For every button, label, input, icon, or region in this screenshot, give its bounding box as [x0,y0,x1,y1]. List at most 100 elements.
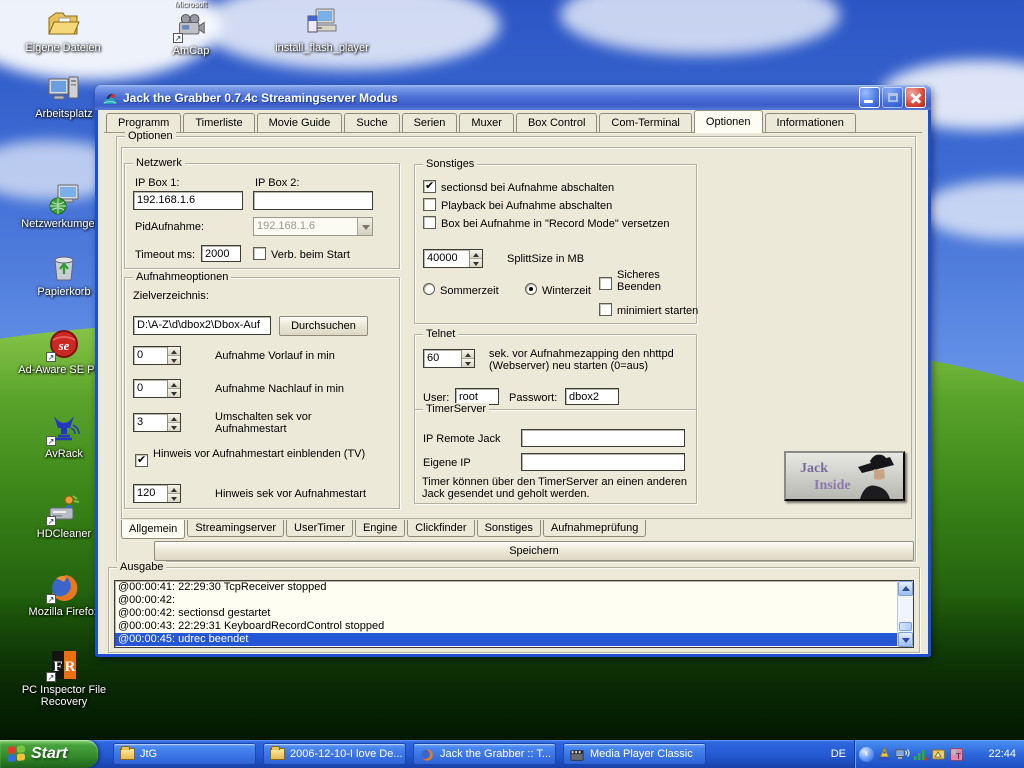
verb-beim-start-checkbox[interactable] [253,247,266,260]
pidaufnahme-combo[interactable]: 192.168.1.6 [253,217,373,236]
output-log-list[interactable]: @00:00:41: 22:29:30 TcpReceiver stopped … [114,580,914,648]
tab-box-control[interactable]: Box Control [516,113,597,133]
nachlauf-spinner[interactable]: 0 [133,379,181,398]
tab-muxer[interactable]: Muxer [459,113,514,133]
hinweis-sek-spinner[interactable]: 120 [133,484,181,503]
desktop-icon-amcap[interactable]: Microsoft ↗ AmCap [156,1,226,57]
log-line[interactable]: @00:00:42: sectionsd gestartet [115,607,913,620]
maximize-button[interactable] [882,87,903,108]
dropdown-arrow-icon[interactable] [357,218,372,235]
language-indicator[interactable]: DE [831,740,846,768]
tray-signal-bars-icon[interactable] [913,747,928,762]
passwort-input[interactable]: dbox2 [565,388,619,405]
tab-com-terminal[interactable]: Com-Terminal [599,113,691,133]
sommerzeit-label: Sommerzeit [440,285,499,297]
tray-letter-t-icon[interactable]: T [949,747,964,762]
timerserver-note: Timer können über den TimerServer an ein… [422,476,692,500]
taskbar-item-media-player-classic[interactable]: Media Player Classic [563,743,706,765]
desktop-icon-eigene-dateien[interactable]: Eigene Dateien [22,6,104,54]
winterzeit-radio[interactable] [525,283,537,295]
taskbar-clock[interactable]: 22:44 [988,748,1016,760]
ip-box2-input[interactable] [253,191,373,210]
desktop-icon-avrack[interactable]: ↗ AvRack [23,412,105,460]
tray-wizard-hat-icon[interactable] [877,747,892,762]
minimize-icon [864,100,873,103]
spin-down-icon[interactable] [168,356,180,364]
tab-optionen[interactable]: Optionen [694,110,763,133]
splittsize-spinner[interactable]: 40000 [423,249,483,268]
zielverzeichnis-input[interactable]: D:\A-Z\d\dbox2\Dbox-Auf [133,316,271,335]
hinweis-einblenden-checkbox[interactable] [135,454,148,467]
eigene-ip-input[interactable] [521,453,685,471]
spin-up-icon[interactable] [168,414,180,423]
spin-down-icon[interactable] [168,389,180,397]
desktop-icon-pc-inspector[interactable]: FR ↗ PC Inspector File Recovery [13,648,115,708]
svg-text:T: T [956,752,961,761]
log-line[interactable]: @00:00:41: 22:29:30 TcpReceiver stopped [115,581,913,594]
spin-up-icon[interactable] [462,350,474,359]
aufnahmeoptionen-groupbox: Aufnahmeoptionen Zielverzeichnis: D:\A-Z… [124,277,400,509]
tray-monitor-signal-icon[interactable] [895,747,910,762]
speichern-button[interactable]: Speichern [154,541,914,561]
spin-up-icon[interactable] [168,485,180,494]
ip-box1-input[interactable]: 192.168.1.6 [133,191,243,210]
vorlauf-spinner[interactable]: 0 [133,346,181,365]
subtab-clickfinder[interactable]: Clickfinder [407,520,474,537]
taskbar-item-2006-12-10[interactable]: 2006-12-10-I love De... [263,743,406,765]
log-line[interactable]: @00:00:43: 22:29:31 KeyboardRecordContro… [115,620,913,633]
subtab-aufnahmepruefung[interactable]: Aufnahmeprüfung [543,520,646,537]
tray-sound-card-icon[interactable] [931,747,946,762]
log-scrollbar[interactable] [897,581,913,647]
tray-chevron-left-icon[interactable]: ‹ [859,747,874,762]
record-mode-checkbox[interactable] [423,216,436,229]
telnet-spinner[interactable]: 60 [423,349,475,368]
minimiert-starten-checkbox[interactable] [599,303,612,316]
spin-up-icon[interactable] [168,347,180,356]
tab-movie-guide[interactable]: Movie Guide [257,113,343,133]
spin-down-icon[interactable] [168,423,180,431]
sicheres-beenden-checkbox[interactable] [599,277,612,290]
sommerzeit-radio[interactable] [423,283,435,295]
sectionsd-checkbox[interactable] [423,180,436,193]
desktop-icon-arbeitsplatz[interactable]: Arbeitsplatz [23,72,105,120]
scroll-up-icon[interactable] [898,581,913,596]
netzwerk-label: Netzwerk [133,157,185,169]
subtab-sonstiges[interactable]: Sonstiges [477,520,541,537]
subtab-engine[interactable]: Engine [355,520,405,537]
spin-up-icon[interactable] [168,380,180,389]
avrack-icon: ↗ [46,412,82,446]
scroll-down-icon[interactable] [898,632,913,647]
desktop-icon-install-flash-player[interactable]: install_flash_player [268,6,376,54]
svg-text:Jack: Jack [800,461,828,476]
scrollbar-thumb[interactable] [899,622,912,631]
taskbar-item-jtg[interactable]: JtG [113,743,256,765]
tab-informationen[interactable]: Informationen [765,113,856,133]
task-label: Media Player Classic [590,748,693,760]
ip-remote-jack-input[interactable] [521,429,685,447]
titlebar[interactable]: Jack the Grabber 0.7.4c Streamingserver … [95,85,931,110]
timeout-input[interactable]: 2000 [201,245,241,262]
minimize-button[interactable] [859,87,880,108]
umschalten-spinner[interactable]: 3 [133,413,181,432]
start-button[interactable]: Start [0,740,98,768]
spin-up-icon[interactable] [470,250,482,259]
close-button[interactable] [905,87,926,108]
tab-suche[interactable]: Suche [344,113,399,133]
playback-checkbox[interactable] [423,198,436,211]
eigene-ip-label: Eigene IP [423,457,471,469]
tab-serien[interactable]: Serien [402,113,458,133]
log-line[interactable]: @00:00:42: [115,594,913,607]
subtab-allgemein[interactable]: Allgemein [121,520,185,539]
vorlauf-label: Aufnahme Vorlauf in min [215,350,335,362]
desktop-icon-papierkorb[interactable]: Papierkorb [23,250,105,298]
spin-down-icon[interactable] [168,494,180,502]
taskbar-item-jack-the-grabber[interactable]: Jack the Grabber :: T... [413,743,556,765]
subtab-usertimer[interactable]: UserTimer [286,520,353,537]
spin-down-icon[interactable] [470,259,482,267]
desktop-icon-hdcleaner[interactable]: ↗ HDCleaner [23,492,105,540]
log-line[interactable]: @00:00:45: udrec beendet [115,633,913,646]
spin-down-icon[interactable] [462,359,474,367]
tab-timerliste[interactable]: Timerliste [183,113,254,133]
durchsuchen-button[interactable]: Durchsuchen [279,316,368,336]
subtab-streamingserver[interactable]: Streamingserver [187,520,284,537]
